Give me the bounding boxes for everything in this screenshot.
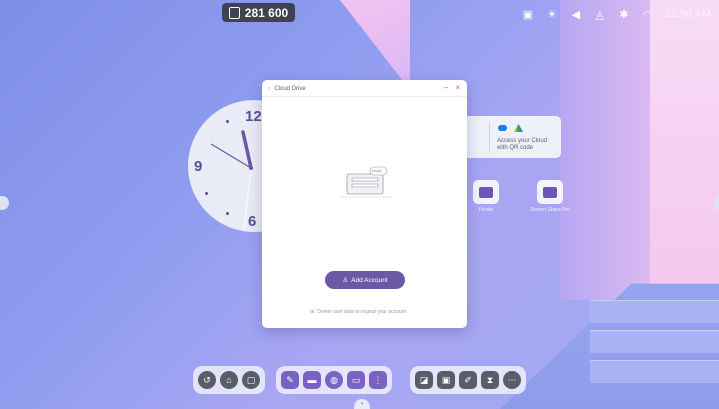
dock-apps-group: ✎ ▬ ◍ ▭ ⋮ (276, 366, 392, 394)
close-button[interactable]: × (455, 83, 460, 92)
dock-nav-group: ↺ ⌂ ▢ (193, 366, 265, 394)
empty-inbox-illustration (341, 166, 392, 198)
status-bar: ▣ ☀ ◀ ◬ ✱ ◠ 11:50 AM (521, 8, 711, 21)
title-divider (262, 96, 467, 97)
app-label: Screen Share Pro (530, 207, 570, 213)
window-icon[interactable]: ▢ (242, 371, 260, 389)
clock-time: 11:50 AM (665, 8, 711, 20)
back-icon[interactable]: ‹ (268, 85, 270, 92)
checkbox-icon[interactable]: ⊕ (310, 309, 314, 315)
app-finder[interactable]: Finder (466, 180, 506, 213)
folder-icon (479, 186, 493, 198)
dock-tools-group: ◪ ▣ ✐ ⧗ ⋯ (410, 366, 526, 394)
screen-share-icon (228, 6, 240, 19)
app-screen-share-pro[interactable]: Screen Share Pro (526, 180, 574, 213)
wallpaper-panel (340, 0, 410, 90)
bluetooth-icon[interactable]: ✱ (617, 8, 630, 21)
add-account-label: Add Account (351, 276, 388, 284)
screen-share-pro-icon (543, 186, 557, 198)
onedrive-icon (498, 125, 507, 131)
cloud-drive-dialog: ‹ Cloud Drive – × empty ♙ Add Account ⊕ … (262, 80, 467, 328)
network-icon[interactable]: ◬ (593, 8, 606, 21)
share-code: 281 600 (244, 5, 289, 20)
left-edge-tab[interactable] (0, 196, 9, 210)
whiteboard-icon[interactable]: ✎ (281, 371, 299, 389)
right-edge-tab[interactable] (713, 196, 719, 210)
widget-line1: Access your Cloud (497, 138, 548, 144)
brightness-icon[interactable]: ☀ (545, 8, 558, 21)
delete-data-option[interactable]: ⊕ Delete user data on logout your accoun… (310, 309, 406, 315)
pen-icon[interactable]: ✐ (459, 371, 477, 389)
wallpaper-stair (590, 300, 719, 323)
dock-expand-handle[interactable]: ⌄ (354, 399, 370, 409)
dialog-title-bar: ‹ Cloud Drive (268, 85, 306, 92)
add-account-button[interactable]: ♙ Add Account (325, 271, 405, 289)
empty-badge: empty (372, 169, 382, 173)
screen-share-code-badge[interactable]: 281 600 (222, 3, 295, 22)
apps-grid-icon[interactable]: ⋮ (369, 371, 387, 389)
cast-icon[interactable]: ▭ (347, 371, 365, 389)
minimize-button[interactable]: – (444, 83, 448, 92)
widget-divider (489, 123, 490, 151)
home-icon[interactable]: ⌂ (220, 371, 238, 389)
dialog-title: Cloud Drive (274, 85, 306, 92)
timer-icon[interactable]: ⧗ (481, 371, 499, 389)
app-label: Finder (478, 207, 494, 213)
google-drive-icon (514, 124, 523, 132)
folder-icon[interactable]: ▬ (303, 371, 321, 389)
browser-icon[interactable]: ◍ (325, 371, 343, 389)
screen-icon[interactable]: ▣ (437, 371, 455, 389)
wallpaper-stair (590, 360, 719, 383)
widget-line2: with QR code (497, 145, 534, 151)
wifi-icon[interactable]: ◠ (641, 8, 654, 21)
more-icon[interactable]: ⋯ (503, 371, 521, 389)
wallpaper-pink-wall (650, 0, 719, 300)
display-icon[interactable]: ▣ (521, 8, 534, 21)
back-icon[interactable]: ↺ (198, 371, 216, 389)
cloud-access-widget[interactable]: d Access your Cloud with QR code (458, 116, 561, 158)
user-add-icon: ♙ (342, 277, 349, 284)
volume-icon[interactable]: ◀ (569, 8, 582, 21)
wallpaper-stair (590, 330, 719, 353)
split-icon[interactable]: ◪ (415, 371, 433, 389)
delete-note-text: Delete user data on logout your account (317, 309, 406, 315)
